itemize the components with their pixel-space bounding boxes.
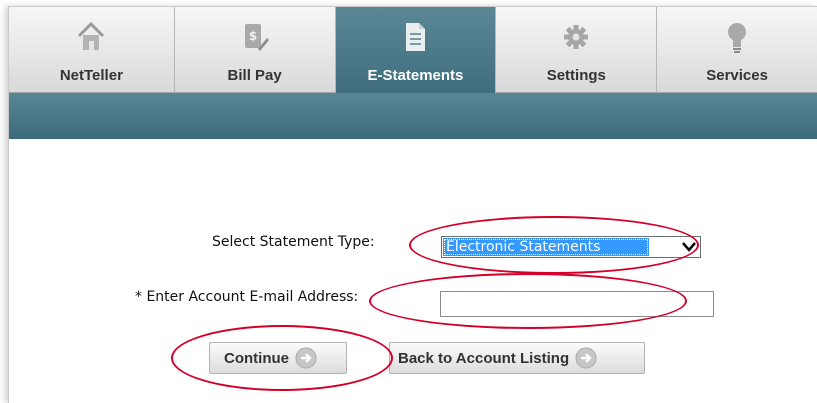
tab-label: Settings <box>546 67 606 84</box>
tab-label: Services <box>706 67 768 84</box>
document-icon <box>406 23 426 51</box>
gear-icon <box>564 25 589 49</box>
tab-e-statements[interactable]: E-Statements <box>335 7 497 93</box>
statement-type-label: Select Statement Type: <box>212 234 375 250</box>
statement-type-select[interactable]: Electronic Statements <box>441 236 701 258</box>
tab-netteller[interactable]: NetTeller <box>9 7 175 93</box>
email-label: * Enter Account E-mail Address: <box>135 289 359 305</box>
tab-label: E-Statements <box>367 67 464 84</box>
home-icon <box>78 21 105 50</box>
back-to-account-listing-button[interactable]: Back to Account Listing <box>389 342 645 374</box>
continue-button[interactable]: Continue <box>209 342 347 374</box>
tab-settings[interactable]: Settings <box>496 7 658 93</box>
back-button-label: Back to Account Listing <box>398 349 570 367</box>
statement-type-selected-value: Electronic Statements <box>443 238 649 256</box>
arrow-right-circle-icon <box>575 347 597 369</box>
svg-text:$: $ <box>248 29 256 43</box>
email-field[interactable] <box>440 291 714 317</box>
main-nav-tabs: NetTeller $ Bill Pay E-Statements Settin… <box>9 7 817 93</box>
bill-pay-icon: $ <box>244 24 269 51</box>
subnav-bar <box>9 93 817 139</box>
tab-label: NetTeller <box>59 67 123 84</box>
lightbulb-icon <box>728 23 747 53</box>
continue-button-label: Continue <box>224 349 289 367</box>
estatements-window: NetTeller $ Bill Pay E-Statements Settin… <box>8 6 817 403</box>
tab-label: Bill Pay <box>227 67 282 84</box>
tab-bill-pay[interactable]: $ Bill Pay <box>174 7 336 93</box>
chevron-down-icon[interactable] <box>679 238 699 256</box>
arrow-right-circle-icon <box>295 347 317 369</box>
tab-services[interactable]: Services <box>657 7 817 93</box>
